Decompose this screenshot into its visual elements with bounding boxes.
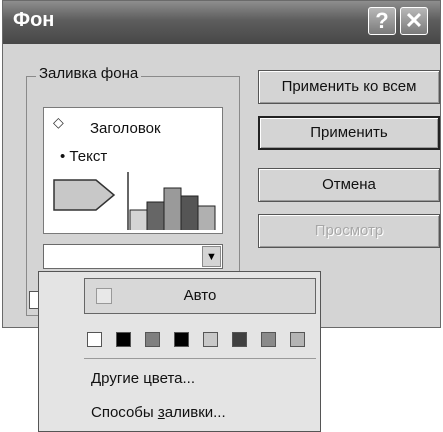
slide-preview: ◇ Заголовок • Текст	[43, 107, 223, 234]
preview-bar	[180, 195, 199, 230]
more-colors-item[interactable]: Другие цвета...	[91, 370, 195, 387]
color-swatch[interactable]	[290, 332, 305, 347]
preview-bar	[129, 209, 148, 230]
close-icon: ✕	[404, 8, 424, 33]
diamond-icon: ◇	[53, 114, 64, 130]
chevron-down-icon: ▼	[206, 251, 217, 263]
color-swatch[interactable]	[145, 332, 160, 347]
apply-all-button[interactable]: Применить ко всем	[258, 70, 440, 104]
combo-dropdown-button[interactable]: ▼	[202, 246, 221, 267]
cancel-button[interactable]: Отмена	[258, 168, 440, 202]
fill-effects-item[interactable]: Способы заливки...	[91, 404, 226, 421]
help-icon: ?	[375, 8, 389, 33]
pentagon-arrow-icon	[53, 179, 116, 211]
preview-bar	[146, 201, 165, 230]
help-button[interactable]: ?	[368, 7, 396, 35]
preview-bar	[163, 187, 182, 230]
preview-bar	[197, 205, 216, 230]
title-bar[interactable]: Фон ? ✕	[3, 1, 440, 44]
preview-heading: Заголовок	[90, 120, 161, 137]
color-swatch[interactable]	[116, 332, 131, 347]
color-swatch[interactable]	[232, 332, 247, 347]
bar-chart-icon	[127, 172, 216, 230]
preview-graphics	[53, 172, 216, 230]
menu-separator	[84, 358, 316, 359]
color-swatch[interactable]	[87, 332, 102, 347]
fill-dropdown-menu: Авто Другие цвета... Способы заливки...	[38, 271, 321, 432]
window-title: Фон	[13, 9, 55, 31]
fill-color-combo[interactable]: ▼	[43, 244, 223, 269]
auto-color-option[interactable]: Авто	[84, 278, 316, 314]
apply-button[interactable]: Применить	[258, 116, 440, 150]
color-swatch[interactable]	[203, 332, 218, 347]
color-swatch[interactable]	[261, 332, 276, 347]
fill-group-label: Заливка фона	[36, 65, 142, 82]
close-button[interactable]: ✕	[400, 7, 428, 35]
preview-button: Просмотр	[258, 214, 440, 248]
auto-label: Авто	[183, 287, 217, 304]
preview-bullet-text: • Текст	[60, 148, 108, 165]
color-swatch[interactable]	[174, 332, 189, 347]
